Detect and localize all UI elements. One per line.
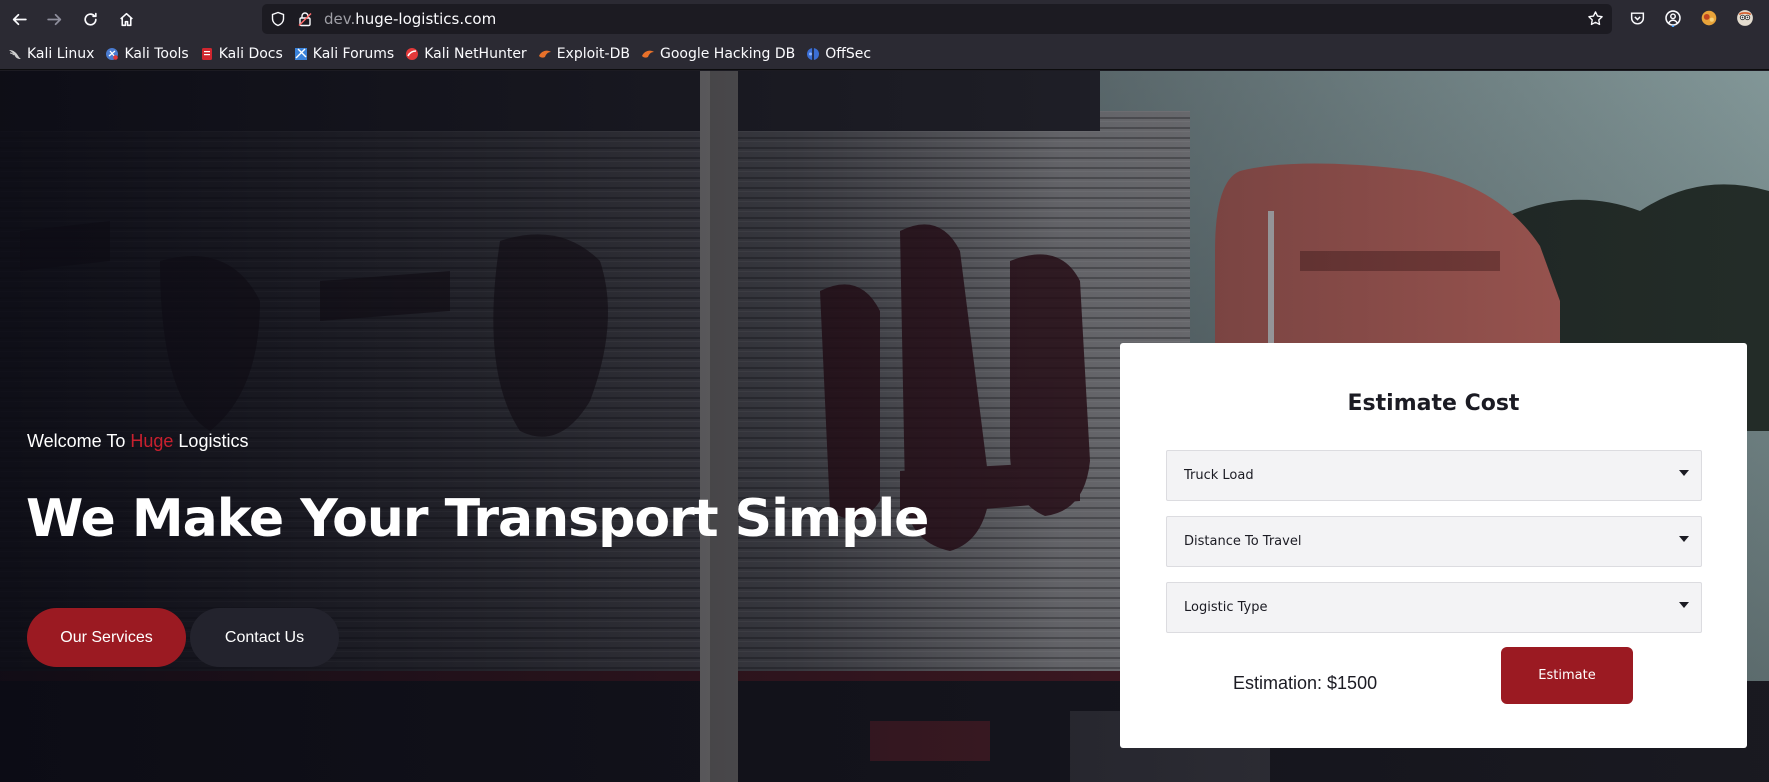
lock-insecure-icon[interactable] [297,11,313,27]
page-viewport: Welcome To Huge Logistics We Make Your T… [0,71,1769,782]
offsec-icon [806,47,820,61]
bookmark-kali-forums[interactable]: Kali Forums [294,42,394,66]
address-bar[interactable]: dev.huge-logistics.com [262,4,1612,34]
account-button[interactable] [1663,8,1683,28]
bookmarks-toolbar: Kali Linux Kali Tools Kali Docs Kali For… [0,38,1769,70]
caret-down-icon [1679,602,1689,608]
bookmark-kali-docs[interactable]: Kali Docs [200,42,283,66]
extension-button[interactable] [1699,8,1719,28]
arrow-right-icon [46,13,61,25]
pocket-button[interactable] [1627,8,1647,28]
nethunter-icon [405,47,419,61]
welcome-brand-accent: Huge [130,431,174,451]
account-icon [1665,10,1681,27]
bookmark-exploit-db[interactable]: Exploit-DB [538,42,630,66]
bookmark-kali-nethunter[interactable]: Kali NetHunter [405,42,527,66]
bookmark-label: Exploit-DB [556,45,630,62]
our-services-button[interactable]: Our Services [27,608,186,667]
bookmark-star-icon[interactable] [1587,10,1604,27]
url-subdomain: dev. [324,10,356,28]
select-value: Logistic Type [1184,600,1268,615]
caret-down-icon [1679,536,1689,542]
shield-icon[interactable] [270,11,286,27]
bookmark-offsec[interactable]: OffSec [806,42,871,66]
arrow-left-icon [12,13,27,25]
kali-tools-icon [105,47,119,61]
kali-dragon-icon [8,47,22,61]
bookmark-kali-tools[interactable]: Kali Tools [105,42,189,66]
extension-icon [1701,10,1717,26]
browser-toolbar: dev.huge-logistics.com [0,0,1769,38]
logistic-type-select[interactable]: Logistic Type [1166,582,1702,633]
bookmark-label: Kali Forums [312,45,395,62]
reload-icon [83,12,97,26]
truck-load-select[interactable]: Truck Load [1166,450,1702,501]
distance-select[interactable]: Distance To Travel [1166,516,1702,567]
welcome-prefix: Welcome To [27,431,131,451]
caret-down-icon [1679,470,1689,476]
select-value: Distance To Travel [1184,534,1302,549]
back-button[interactable] [4,4,34,34]
home-button[interactable] [111,4,141,34]
bookmark-label: Kali Tools [124,45,189,62]
bookmark-label: Kali Docs [218,45,283,62]
estimate-button[interactable]: Estimate [1501,647,1633,704]
welcome-text: Welcome To Huge Logistics [27,431,248,452]
bookmark-label: Kali NetHunter [424,45,527,62]
home-icon [119,12,133,26]
exploit-db-icon [538,47,552,61]
kali-docs-icon [200,47,214,61]
bookmark-label: Kali Linux [27,45,95,62]
ghdb-icon [641,47,655,61]
bookmark-google-hacking-db[interactable]: Google Hacking DB [641,42,795,66]
pocket-icon [1630,11,1644,25]
kali-forums-icon [294,47,308,61]
bookmark-label: OffSec [825,45,872,62]
hero-headline: We Make Your Transport Simple [26,489,929,549]
profile-avatar-icon [1737,10,1753,26]
forward-button[interactable] [39,4,69,34]
welcome-suffix: Logistics [173,431,249,451]
estimate-cost-card: Estimate Cost Truck Load Distance To Tra… [1120,343,1747,748]
url-domain: huge-logistics.com [355,10,497,28]
bookmark-kali-linux[interactable]: Kali Linux [8,42,94,66]
menu-button[interactable] [1735,8,1755,28]
bookmark-label: Google Hacking DB [659,45,796,62]
reload-button[interactable] [75,4,105,34]
url-text[interactable]: dev.huge-logistics.com [324,10,496,28]
estimate-title: Estimate Cost [1347,391,1520,416]
contact-us-button[interactable]: Contact Us [190,608,339,667]
estimation-result: Estimation: $1500 [1233,673,1378,693]
select-value: Truck Load [1184,468,1254,483]
